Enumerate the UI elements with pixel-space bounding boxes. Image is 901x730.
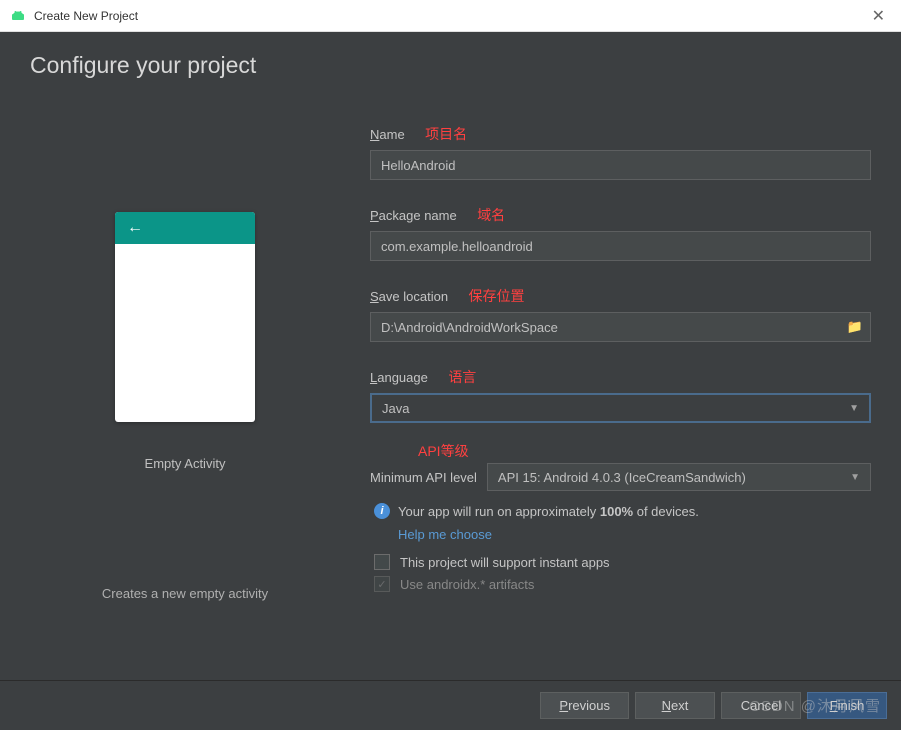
folder-browse-icon[interactable]: 📁 <box>847 319 863 335</box>
androidx-row: Use androidx.* artifacts <box>370 576 871 592</box>
package-annotation: 域名 <box>477 207 505 223</box>
language-annotation: 语言 <box>448 369 476 385</box>
body-row: ← Empty Activity Creates a new empty act… <box>30 124 871 601</box>
chevron-down-icon: ▼ <box>849 403 859 414</box>
next-button[interactable]: Next <box>635 692 715 719</box>
package-field: Package name 域名 <box>370 205 871 261</box>
button-bar: Previous Next Cancel Finish <box>0 680 901 730</box>
finish-button[interactable]: Finish <box>807 692 887 719</box>
api-value: API 15: Android 4.0.3 (IceCreamSandwich) <box>498 470 746 485</box>
activity-preview-card: ← <box>115 212 255 422</box>
help-link[interactable]: Help me choose <box>398 527 871 542</box>
language-value: Java <box>382 401 409 416</box>
package-label: Package name <box>370 208 457 223</box>
preview-header: ← <box>115 212 255 244</box>
location-field: Save location 保存位置 📁 <box>370 286 871 342</box>
package-input[interactable] <box>370 231 871 261</box>
language-field: Language 语言 Java ▼ <box>370 367 871 423</box>
previous-button[interactable]: Previous <box>540 692 629 719</box>
info-icon: i <box>374 503 390 519</box>
title-bar: Create New Project ✕ <box>0 0 901 32</box>
name-input[interactable] <box>370 150 871 180</box>
chevron-down-icon: ▼ <box>850 472 860 483</box>
left-column: ← Empty Activity Creates a new empty act… <box>30 124 340 601</box>
window-title: Create New Project <box>34 9 138 23</box>
page-title: Configure your project <box>30 52 871 79</box>
language-label: Language <box>370 370 428 385</box>
location-label: Save location <box>370 289 448 304</box>
instant-apps-row: This project will support instant apps <box>370 554 871 570</box>
right-column: Name 项目名 Package name 域名 Save location <box>370 124 871 601</box>
api-annotation: API等级 <box>418 441 871 461</box>
instant-apps-label: This project will support instant apps <box>400 555 610 570</box>
android-icon <box>10 8 26 24</box>
androidx-checkbox <box>374 576 390 592</box>
close-icon[interactable]: ✕ <box>866 6 891 26</box>
location-annotation: 保存位置 <box>469 288 525 304</box>
name-label: Name <box>370 127 405 142</box>
cancel-button[interactable]: Cancel <box>721 692 801 719</box>
api-label: Minimum API level <box>370 470 477 485</box>
name-field: Name 项目名 <box>370 124 871 180</box>
preview-label: Empty Activity <box>145 456 226 471</box>
title-left: Create New Project <box>10 8 138 24</box>
back-arrow-icon: ← <box>127 219 143 237</box>
api-select[interactable]: API 15: Android 4.0.3 (IceCreamSandwich)… <box>487 463 871 491</box>
main-area: Configure your project ← Empty Activity … <box>0 32 901 730</box>
location-input[interactable] <box>370 312 871 342</box>
instant-apps-checkbox[interactable] <box>374 554 390 570</box>
preview-description: Creates a new empty activity <box>102 586 268 601</box>
language-select[interactable]: Java ▼ <box>370 393 871 423</box>
name-annotation: 项目名 <box>425 126 467 142</box>
api-field: Minimum API level API 15: Android 4.0.3 … <box>370 463 871 491</box>
androidx-label: Use androidx.* artifacts <box>400 577 534 592</box>
info-text: Your app will run on approximately 100% … <box>398 504 699 519</box>
content: Configure your project ← Empty Activity … <box>0 32 901 680</box>
info-row: i Your app will run on approximately 100… <box>370 503 871 519</box>
